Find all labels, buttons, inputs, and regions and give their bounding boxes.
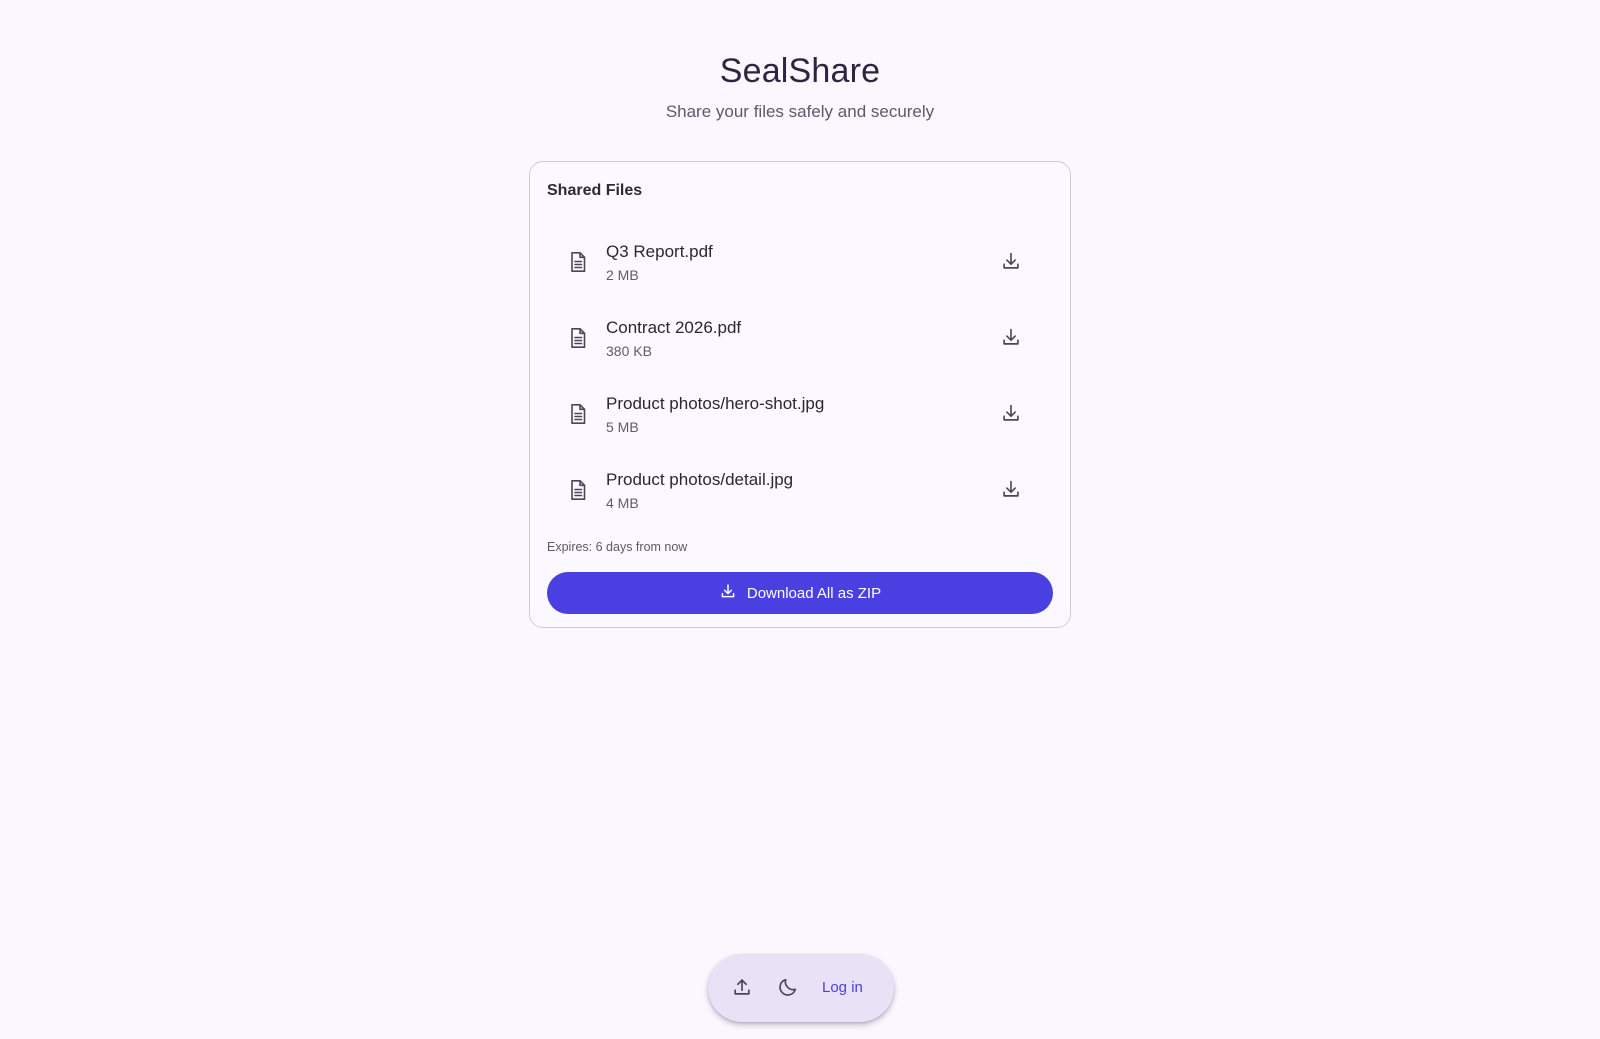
file-text: Product photos/detail.jpg 4 MB xyxy=(606,469,995,512)
upload-icon xyxy=(731,976,753,1001)
download-icon xyxy=(1000,326,1022,351)
login-button[interactable]: Log in xyxy=(822,978,863,998)
download-icon xyxy=(1000,402,1022,427)
download-icon xyxy=(1000,250,1022,275)
file-document-icon xyxy=(566,478,590,502)
file-list: Q3 Report.pdf 2 MB Contract 2026.pdf 380… xyxy=(547,224,1053,528)
app-title: SealShare xyxy=(719,52,881,90)
file-text: Contract 2026.pdf 380 KB xyxy=(606,317,995,360)
file-document-icon xyxy=(566,402,590,426)
file-name: Product photos/detail.jpg xyxy=(606,469,794,489)
file-name: Q3 Report.pdf xyxy=(606,241,713,261)
expires-text: Expires: 6 days from now xyxy=(547,540,688,554)
file-size: 4 MB xyxy=(606,494,639,511)
file-size: 2 MB xyxy=(606,266,639,283)
download-file-button[interactable] xyxy=(995,398,1027,430)
page: SealShare Share your files safely and se… xyxy=(0,0,1600,1039)
file-row: Q3 Report.pdf 2 MB xyxy=(547,224,1053,300)
header: SealShare Share your files safely and se… xyxy=(0,48,1600,124)
file-row: Contract 2026.pdf 380 KB xyxy=(547,300,1053,376)
card-title: Shared Files xyxy=(547,182,643,199)
download-file-button[interactable] xyxy=(995,322,1027,354)
shared-files-card: Shared Files Q3 Report.pdf 2 MB Contract… xyxy=(529,161,1071,628)
file-row: Product photos/hero-shot.jpg 5 MB xyxy=(547,376,1053,452)
file-row: Product photos/detail.jpg 4 MB xyxy=(547,452,1053,528)
upload-button[interactable] xyxy=(722,968,762,1008)
download-file-button[interactable] xyxy=(995,246,1027,278)
file-document-icon xyxy=(566,326,590,350)
file-size: 380 KB xyxy=(606,342,652,359)
zip-button-label: Download All as ZIP xyxy=(746,584,882,602)
bottom-toolbar: Log in xyxy=(708,954,894,1022)
file-document-icon xyxy=(566,250,590,274)
download-all-zip-button[interactable]: Download All as ZIP xyxy=(547,572,1053,614)
file-text: Product photos/hero-shot.jpg 5 MB xyxy=(606,393,995,436)
download-icon xyxy=(1000,478,1022,503)
file-name: Contract 2026.pdf xyxy=(606,317,742,337)
download-icon xyxy=(719,582,737,604)
moon-icon xyxy=(777,976,799,1001)
file-text: Q3 Report.pdf 2 MB xyxy=(606,241,995,284)
file-name: Product photos/hero-shot.jpg xyxy=(606,393,825,413)
theme-toggle-button[interactable] xyxy=(768,968,808,1008)
file-size: 5 MB xyxy=(606,418,639,435)
download-file-button[interactable] xyxy=(995,474,1027,506)
app-subtitle: Share your files safely and securely xyxy=(665,102,935,121)
